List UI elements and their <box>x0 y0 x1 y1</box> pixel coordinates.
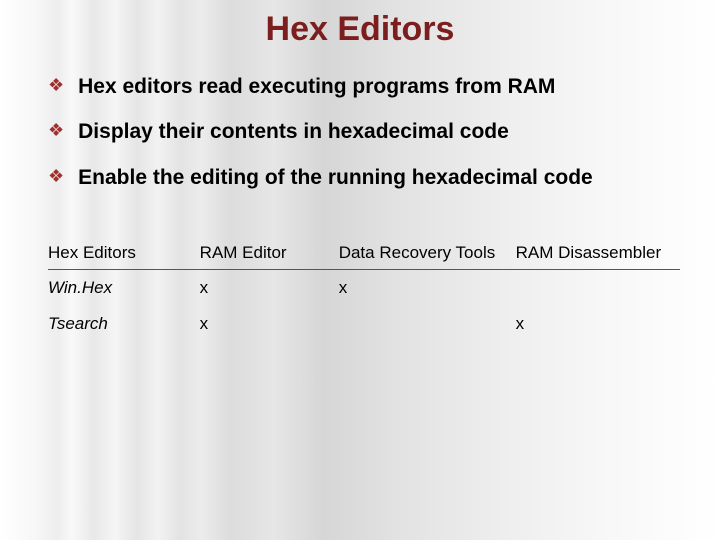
comparison-table: Hex Editors RAM Editor Data Recovery Too… <box>0 209 720 342</box>
table-header: Hex Editors <box>48 237 200 270</box>
table-header: Data Recovery Tools <box>339 237 516 270</box>
table-cell: x <box>516 306 680 342</box>
table-row: Tsearch x x <box>48 306 680 342</box>
diamond-icon: ❖ <box>48 118 64 142</box>
diamond-icon: ❖ <box>48 164 64 188</box>
row-name: Tsearch <box>48 306 200 342</box>
bullet-item: ❖ Enable the editing of the running hexa… <box>48 164 680 191</box>
table-cell <box>339 306 516 342</box>
table-header: RAM Disassembler <box>516 237 680 270</box>
row-name: Win.Hex <box>48 269 200 306</box>
bullet-item: ❖ Display their contents in hexadecimal … <box>48 118 680 145</box>
table-row: Win.Hex x x <box>48 269 680 306</box>
table-cell: x <box>200 269 339 306</box>
table-cell: x <box>200 306 339 342</box>
table-cell <box>516 269 680 306</box>
slide-title: Hex Editors <box>0 0 720 73</box>
bullet-list: ❖ Hex editors read executing programs fr… <box>0 73 720 191</box>
table-header-row: Hex Editors RAM Editor Data Recovery Too… <box>48 237 680 270</box>
bullet-item: ❖ Hex editors read executing programs fr… <box>48 73 680 100</box>
bullet-text: Display their contents in hexadecimal co… <box>78 118 509 145</box>
bullet-text: Enable the editing of the running hexade… <box>78 164 593 191</box>
table-header: RAM Editor <box>200 237 339 270</box>
diamond-icon: ❖ <box>48 73 64 97</box>
bullet-text: Hex editors read executing programs from… <box>78 73 555 100</box>
table-cell: x <box>339 269 516 306</box>
